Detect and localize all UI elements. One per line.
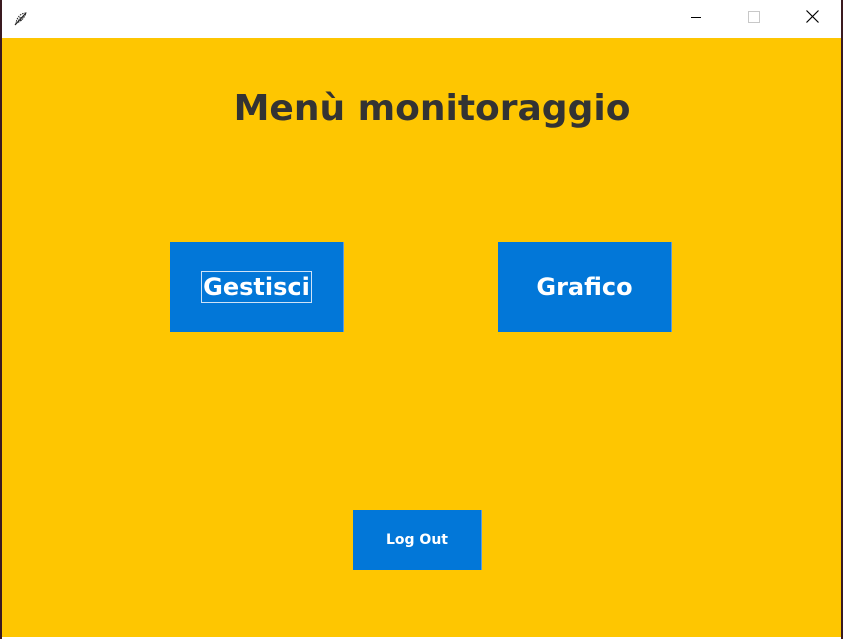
app-window: Menù monitoraggio Gestisci Grafico Log O… <box>2 0 841 639</box>
title-bar[interactable] <box>2 0 841 38</box>
gestisci-button-label: Gestisci <box>201 271 312 303</box>
minimize-icon <box>690 10 702 28</box>
grafico-button-label: Grafico <box>536 273 633 301</box>
gestisci-button[interactable]: Gestisci <box>170 242 344 332</box>
feather-icon <box>12 10 30 28</box>
close-icon <box>805 10 819 28</box>
main-panel: Menù monitoraggio Gestisci Grafico Log O… <box>2 38 841 637</box>
logout-button-label: Log Out <box>386 532 448 548</box>
maximize-button[interactable] <box>725 0 783 38</box>
minimize-button[interactable] <box>667 0 725 38</box>
grafico-button[interactable]: Grafico <box>498 242 672 332</box>
maximize-icon <box>748 10 760 28</box>
close-button[interactable] <box>783 0 841 38</box>
logout-button[interactable]: Log Out <box>353 510 482 570</box>
page-title: Menù monitoraggio <box>233 88 631 129</box>
